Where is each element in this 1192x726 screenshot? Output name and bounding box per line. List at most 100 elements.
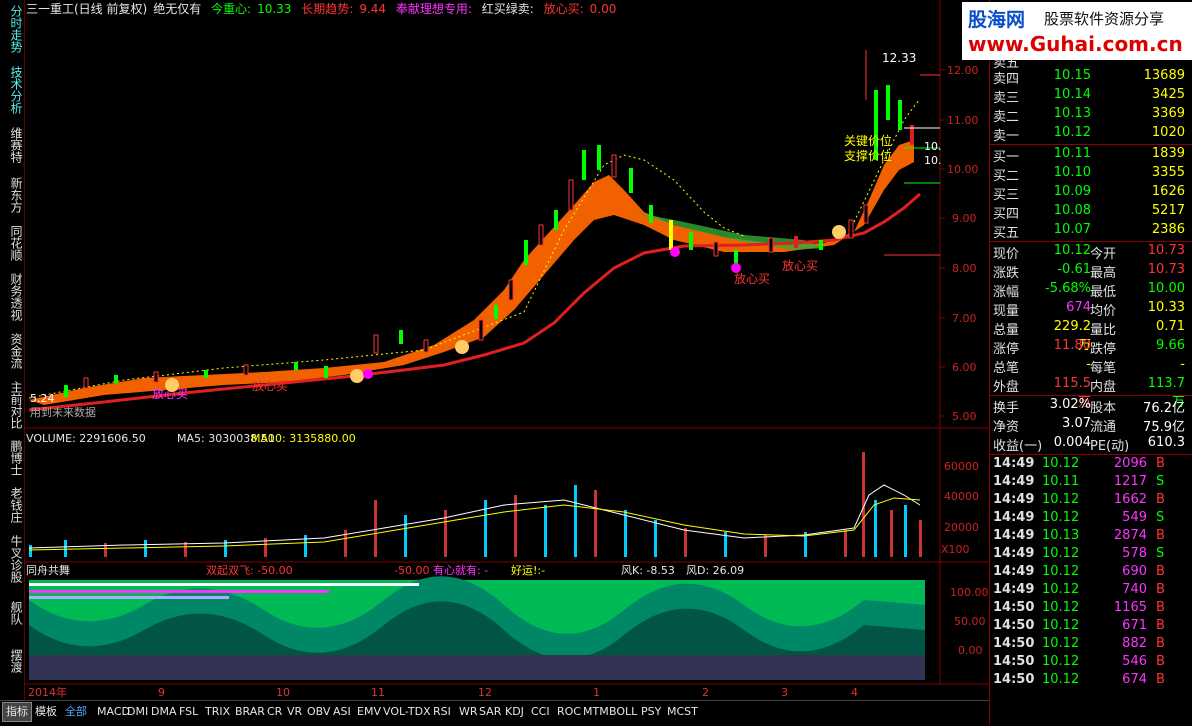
tab-technical[interactable]: 技术分析	[2, 64, 23, 116]
watermark-subtitle: 股票软件资源分享	[1044, 10, 1165, 28]
osc-shuangqi: 双起双飞: -50.00	[206, 564, 293, 577]
tick-row: 14:49 10.12 690 B	[993, 564, 1165, 579]
quote-row: 涨幅 -5.68% 最低 10.00	[993, 281, 1185, 300]
low-price-label: 5.24	[30, 392, 55, 405]
quote-row: 现价 10.12 今开 10.73	[993, 243, 1185, 262]
buy-row[interactable]: 买四 10.08 5217	[990, 203, 1192, 222]
tab-weisaite[interactable]: 维赛特	[2, 124, 23, 166]
tab-vr[interactable]: VR	[284, 703, 305, 721]
tab-cr[interactable]: CR	[264, 703, 285, 721]
tick-row: 14:49 10.12 740 B	[993, 582, 1165, 597]
osc-v50: -50.00	[394, 564, 429, 577]
tab-kdj[interactable]: KDJ	[502, 703, 527, 721]
tab-brar[interactable]: BRAR	[232, 703, 268, 721]
volume-label: VOLUME: 2291606.50	[26, 432, 146, 445]
tab-tonghuashun[interactable]: 同花顺	[2, 222, 23, 264]
date-label-8: 4	[851, 686, 858, 699]
tab-capital-flow[interactable]: 资金流	[2, 330, 23, 372]
r2-label: 10.	[924, 154, 942, 167]
price-axis-3: 10.00	[947, 163, 979, 176]
tab-mcst[interactable]: MCST	[664, 703, 701, 721]
tick-row: 14:49 10.12 578 S	[993, 546, 1165, 561]
osc-haoyun: 好运!:-	[511, 563, 545, 577]
tick-row: 14:49 10.12 1662 B	[993, 492, 1165, 507]
buy-row[interactable]: 买三 10.09 1626	[990, 184, 1192, 203]
sell-row[interactable]: 卖二 10.13 3369	[990, 106, 1192, 125]
osc-youxin: 有心就有: -	[433, 563, 488, 577]
tab-vol-tdx[interactable]: VOL-TDX	[380, 703, 434, 721]
oscillator-bands	[29, 576, 925, 680]
price-axis-8: 5.00	[952, 410, 977, 423]
indicator-toolbar: 指标 模板 全部 MACD DMI DMA FSL TRIX BRAR CR V…	[0, 700, 989, 726]
tab-boll[interactable]: BOLL	[606, 703, 640, 721]
date-label-3: 11	[371, 686, 385, 699]
quote-row: 外盘 115.5万 内盘 113.7万	[993, 376, 1185, 410]
buy-row[interactable]: 买五 10.07 2386	[990, 222, 1192, 241]
buy-row[interactable]: 买一 10.11 1839	[990, 146, 1192, 165]
date-label-1: 9	[158, 686, 165, 699]
quote-row: 涨跌 -0.61 最高 10.73	[993, 262, 1185, 281]
date-label-4: 12	[478, 686, 492, 699]
price-axis-1: 12.00	[947, 64, 979, 77]
price-axis-6: 7.00	[952, 312, 977, 325]
tab-rsi[interactable]: RSI	[430, 703, 454, 721]
watermark-logo: 股海网	[968, 9, 1026, 31]
r1-label: 10.	[924, 140, 942, 153]
tab-cci[interactable]: CCI	[528, 703, 553, 721]
tab-psy[interactable]: PSY	[638, 703, 664, 721]
tab-xindongfang[interactable]: 新东方	[2, 174, 23, 216]
tab-dma[interactable]: DMA	[148, 703, 180, 721]
buy-row[interactable]: 买二 10.10 3355	[990, 165, 1192, 184]
tab-trix[interactable]: TRIX	[202, 703, 233, 721]
tab-pengboshi[interactable]: 鹏博士	[2, 437, 23, 479]
date-label-2: 10	[276, 686, 290, 699]
date-label-5: 1	[593, 686, 600, 699]
date-label-7: 3	[781, 686, 788, 699]
tab-niucha[interactable]: 牛叉诊股	[2, 532, 23, 586]
quote-panel: 卖五 卖四 10.15 13689 卖三 10.14 3425 卖二 10.13 3369 …	[989, 0, 1192, 725]
tick-row: 14:50 10.12 671 B	[993, 618, 1165, 633]
sell-row[interactable]: 卖四 10.15 13689	[990, 68, 1192, 87]
tab-laoqianzhuang[interactable]: 老钱庄	[2, 484, 23, 526]
price-axis-4: 9.00	[952, 212, 977, 225]
tab-financial[interactable]: 财务透视	[2, 270, 23, 324]
tab-sar[interactable]: SAR	[476, 703, 504, 721]
fundamental-row: 收益(一) 0.004 PE(动) 610.3	[993, 435, 1185, 454]
osc-name: 同舟共舞	[26, 563, 70, 577]
tab-compare[interactable]: 主前对比	[2, 378, 23, 432]
fundamental-row: 净资 3.07 流通 75.9亿	[993, 416, 1185, 435]
volume-bars	[29, 452, 922, 557]
vol-axis-3: 20000	[944, 521, 979, 534]
fangxin-annotation-1: 放心买	[734, 271, 770, 286]
tick-row: 14:50 10.12 1165 B	[993, 600, 1165, 615]
tick-row: 14:50 10.12 546 B	[993, 654, 1165, 669]
vol-axis-2: 40000	[944, 490, 979, 503]
osc-fengk: 风K: -8.53	[621, 564, 675, 577]
osc-fengd: 风D: 26.09	[686, 564, 744, 577]
sell-row[interactable]: 卖三 10.14 3425	[990, 87, 1192, 106]
tick-row: 14:49 10.13 2874 B	[993, 528, 1165, 543]
tab-asi[interactable]: ASI	[330, 703, 354, 721]
tab-intraday[interactable]: 分时走势	[2, 2, 23, 56]
tab-fleet[interactable]: 舰队	[2, 592, 23, 634]
osc-axis-2: 50.00	[954, 615, 986, 628]
tick-row: 14:49 10.12 2096 B	[993, 456, 1165, 471]
support-price-label: 支撑价位	[844, 148, 892, 163]
tick-row: 14:49 10.11 1217 S	[993, 474, 1165, 489]
tab-all[interactable]: 全部	[62, 703, 90, 721]
high-price-label: 12.33	[882, 51, 916, 65]
tab-obv[interactable]: OBV	[304, 703, 333, 721]
tab-indicator[interactable]: 指标	[2, 702, 32, 722]
fangxin-annotation-2: 放心买	[782, 258, 818, 273]
quote-row: 总笔 - 每笔 -	[993, 357, 1185, 376]
kline-chart[interactable]: 12.33 5.24 用到未来数据 放心买 放心买 放心买 放心买 关键价位 支…	[24, 0, 990, 700]
tick-row: 14:50 10.12 674 B	[993, 672, 1165, 687]
date-label-0: 2014年	[28, 685, 67, 699]
tab-template[interactable]: 模板	[32, 703, 60, 721]
quote-row: 现量 674 均价 10.33	[993, 300, 1185, 319]
tab-fsl[interactable]: FSL	[176, 703, 201, 721]
quote-row: 涨停 11.80 跌停 9.66	[993, 338, 1185, 357]
tab-ferry[interactable]: 摆渡	[2, 640, 23, 682]
vol-axis-1: 60000	[944, 460, 979, 473]
sell-row[interactable]: 卖一 10.12 1020	[990, 125, 1192, 144]
